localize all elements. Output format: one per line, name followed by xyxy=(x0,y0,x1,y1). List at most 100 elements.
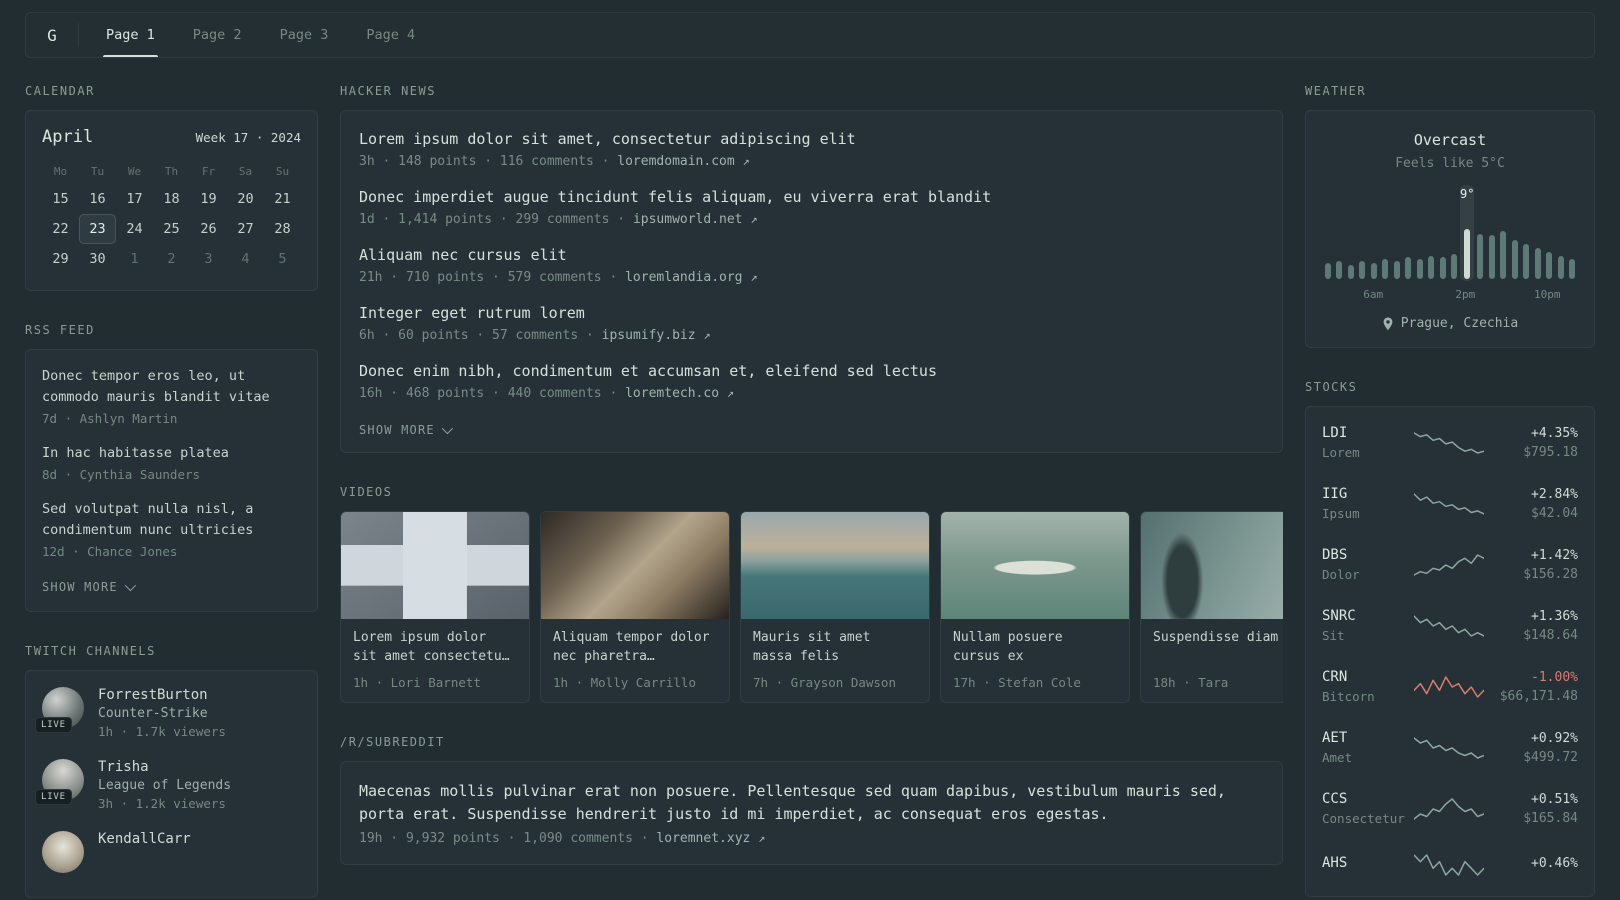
rss-item-title[interactable]: Sed volutpat nulla nisl, a condimentum n… xyxy=(42,499,301,541)
stock-change: +2.84% xyxy=(1531,486,1578,502)
twitch-channel-meta: 3h · 1.2k viewers xyxy=(98,795,226,811)
rss-item-title[interactable]: In hac habitasse platea xyxy=(42,443,301,464)
twitch-channel-row[interactable]: LIVE Trisha League of Legends 3h · 1.2k … xyxy=(35,758,301,811)
weather-location-row[interactable]: Prague, Czechia xyxy=(1322,316,1578,331)
stock-row[interactable]: AHS +0.46% xyxy=(1306,839,1594,891)
stock-row[interactable]: AET Amet +0.92% $499.72 xyxy=(1306,717,1594,778)
videos-widget: VIDEOS Lorem ipsum dolor sit amet consec… xyxy=(340,485,1283,703)
calendar-day: 19 xyxy=(200,191,217,207)
video-title[interactable]: Mauris sit amet massa felis xyxy=(741,619,929,667)
video-card[interactable]: Aliquam tempor dolor nec pharetra… 1h · … xyxy=(540,511,730,703)
weekday-label: We xyxy=(127,165,142,178)
stock-row[interactable]: CCS Consectetur +0.51% $165.84 xyxy=(1306,778,1594,839)
rss-item-title[interactable]: Donec tempor eros leo, ut commodo mauris… xyxy=(42,366,301,408)
stock-price: $499.72 xyxy=(1523,749,1578,765)
calendar-day-selected: 23 xyxy=(79,214,116,244)
weather-bar xyxy=(1334,185,1346,281)
hn-domain-link[interactable]: loremlandia.org xyxy=(625,270,742,285)
video-card[interactable]: Lorem ipsum dolor sit amet consectetu… 1… xyxy=(340,511,530,703)
stock-sparkline xyxy=(1414,430,1486,456)
stock-row[interactable]: SNRC Sit +1.36% $148.64 xyxy=(1306,595,1594,656)
reddit-meta-text: 19h · 9,932 points · 1,090 comments · xyxy=(359,831,649,846)
hn-domain-link[interactable]: ipsumworld.net xyxy=(633,212,743,227)
subreddit-widget: /R/SUBREDDIT Maecenas mollis pulvinar er… xyxy=(340,735,1283,865)
hn-show-more-button[interactable]: SHOW MORE xyxy=(359,422,453,437)
calendar-month: April xyxy=(42,127,94,147)
stock-price: $66,171.48 xyxy=(1499,688,1578,704)
hn-item-title[interactable]: Donec imperdiet augue tincidunt felis al… xyxy=(359,187,1264,208)
weather-bar xyxy=(1509,185,1521,281)
tab-page-2[interactable]: Page 2 xyxy=(174,13,261,57)
calendar-weekday-row: Mo Tu We Th Fr Sa Su xyxy=(42,159,301,184)
hn-item: Aliquam nec cursus elit 21h · 710 points… xyxy=(359,245,1264,285)
calendar-day: 28 xyxy=(274,221,291,237)
stock-values: +0.46% xyxy=(1486,856,1578,875)
twitch-channel-name[interactable]: Trisha xyxy=(98,759,231,775)
calendar-week-year: Week 17 · 2024 xyxy=(196,130,301,145)
stock-row[interactable]: DBS Dolor +1.42% $156.28 xyxy=(1306,534,1594,595)
external-link-icon: ↗ xyxy=(726,386,735,400)
calendar-grid: 15 16 17 18 19 20 21 22 23 24 25 26 27 2… xyxy=(42,184,301,274)
twitch-channel-row[interactable]: KendallCarr xyxy=(42,830,301,873)
stock-row[interactable]: LDI Lorem +4.35% $795.18 xyxy=(1306,412,1594,473)
hn-item-title[interactable]: Donec enim nibh, condimentum et accumsan… xyxy=(359,361,1264,382)
hn-item-title[interactable]: Aliquam nec cursus elit xyxy=(359,245,1264,266)
video-title[interactable]: Suspendisse diam xyxy=(1141,619,1283,667)
tab-page-4[interactable]: Page 4 xyxy=(347,13,434,57)
hn-domain-link[interactable]: ipsumify.biz xyxy=(602,328,696,343)
weather-bar xyxy=(1520,185,1532,281)
stock-ticker: LDI xyxy=(1322,425,1348,441)
rss-show-more-button[interactable]: SHOW MORE xyxy=(42,579,136,594)
external-link-icon: ↗ xyxy=(742,154,750,168)
calendar-day: 27 xyxy=(237,221,254,237)
video-thumbnail xyxy=(341,512,529,619)
stock-info: DBS Dolor xyxy=(1322,547,1414,582)
stock-row[interactable]: CRN Bitcorn -1.00% $66,171.48 xyxy=(1306,656,1594,717)
calendar-day: 22 xyxy=(52,221,69,237)
rss-item-meta: 7d · Ashlyn Martin xyxy=(42,410,178,426)
hn-item-title[interactable]: Integer eget rutrum lorem xyxy=(359,303,1264,324)
calendar-day-next-month: 1 xyxy=(130,251,139,267)
video-title[interactable]: Lorem ipsum dolor sit amet consectetu… xyxy=(341,619,529,667)
weather-bar xyxy=(1532,185,1544,281)
stock-info: LDI Lorem xyxy=(1322,425,1414,460)
app-logo[interactable]: G xyxy=(30,26,74,45)
twitch-channel-name[interactable]: KendallCarr xyxy=(98,831,191,847)
weather-bar xyxy=(1414,185,1426,281)
reddit-domain-link[interactable]: loremnet.xyz xyxy=(656,831,750,846)
twitch-widget: TWITCH CHANNELS LIVE ForrestBurton Count… xyxy=(25,644,318,898)
tab-page-3[interactable]: Page 3 xyxy=(261,13,348,57)
twitch-card: LIVE ForrestBurton Counter-Strike 1h · 1… xyxy=(25,669,318,898)
weather-bar xyxy=(1426,185,1438,281)
twitch-channel-info: KendallCarr xyxy=(98,831,191,873)
video-card[interactable]: Mauris sit amet massa felis 7h · Grayson… xyxy=(740,511,930,703)
stock-info: CCS Consectetur xyxy=(1322,791,1414,826)
hn-domain-link[interactable]: loremdomain.com xyxy=(617,154,734,169)
calendar-day: 26 xyxy=(200,221,217,237)
twitch-channel-name[interactable]: ForrestBurton xyxy=(98,687,226,703)
right-column: WEATHER Overcast Feels like 5°C 9° 6am 2… xyxy=(1305,84,1595,900)
live-badge: LIVE xyxy=(35,788,72,805)
reddit-post-title[interactable]: Maecenas mollis pulvinar erat non posuer… xyxy=(359,780,1264,825)
stock-values: +1.36% $148.64 xyxy=(1486,609,1578,643)
avatar: LIVE xyxy=(35,686,84,733)
video-title[interactable]: Nullam posuere cursus ex xyxy=(941,619,1129,667)
stock-values: +1.42% $156.28 xyxy=(1486,548,1578,582)
tab-page-1[interactable]: Page 1 xyxy=(87,13,174,57)
stock-row[interactable]: IIG Ipsum +2.84% $42.04 xyxy=(1306,473,1594,534)
stock-ticker: DBS xyxy=(1322,547,1348,563)
weather-bar xyxy=(1345,185,1357,281)
hn-item-meta: 3h · 148 points · 116 comments · loremdo… xyxy=(359,154,1264,169)
video-title[interactable]: Aliquam tempor dolor nec pharetra… xyxy=(541,619,729,667)
calendar-day-next-month: 2 xyxy=(167,251,176,267)
video-card[interactable]: Nullam posuere cursus ex 17h · Stefan Co… xyxy=(940,511,1130,703)
hn-item-title[interactable]: Lorem ipsum dolor sit amet, consectetur … xyxy=(359,129,1264,150)
video-card[interactable]: Suspendisse diam 18h · Tara xyxy=(1140,511,1283,703)
stock-name: Lorem xyxy=(1322,445,1360,460)
reddit-post-meta: 19h · 9,932 points · 1,090 comments · lo… xyxy=(359,831,1264,846)
stock-values: +0.51% $165.84 xyxy=(1486,792,1578,826)
rss-card: Donec tempor eros leo, ut commodo mauris… xyxy=(25,349,318,612)
twitch-channel-row[interactable]: LIVE ForrestBurton Counter-Strike 1h · 1… xyxy=(35,686,301,739)
weather-bar xyxy=(1403,185,1415,281)
hn-domain-link[interactable]: loremtech.co xyxy=(625,386,719,401)
